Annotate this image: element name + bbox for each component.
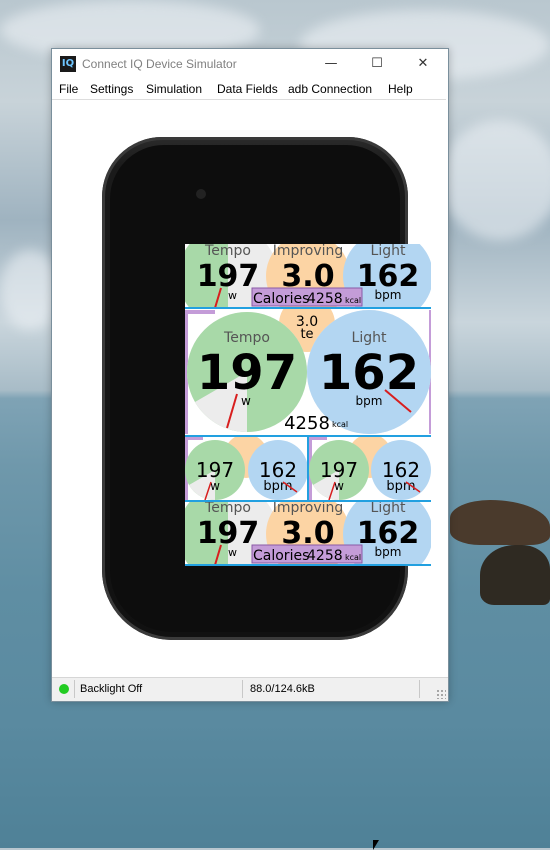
hr-value-large: 162 — [319, 345, 419, 401]
calories-value: 4258 — [307, 548, 343, 564]
cloud — [440, 120, 550, 240]
window-title: Connect IQ Device Simulator — [82, 57, 237, 71]
calories-label: Calories — [253, 548, 309, 564]
power-unit: w — [228, 546, 237, 559]
calories-unit: kcal — [345, 296, 361, 305]
menu-bar: File Settings Simulation Data Fields adb… — [52, 79, 448, 99]
resize-grip-icon[interactable] — [436, 689, 446, 699]
hr-zone-label-large: Light — [352, 330, 387, 346]
power-unit-large: w — [241, 394, 251, 408]
device-screen[interactable]: Tempo 197 w Improving 3.0 Light 162 bpm … — [185, 244, 431, 566]
status-bar: Backlight Off 88.0/124.6kB — [52, 677, 448, 701]
garmin-device: GARMIN — [102, 137, 431, 640]
calories-unit-large: kcal — [332, 420, 348, 429]
simulator-window: IQ Connect IQ Device Simulator — ☐ ✕ Fil… — [51, 48, 449, 702]
close-button[interactable]: ✕ — [400, 49, 446, 79]
power-zone-label: Tempo — [204, 244, 251, 259]
minimize-button[interactable]: — — [308, 49, 354, 79]
hr-zone-label: Light — [371, 244, 406, 259]
mouse-cursor — [373, 840, 379, 850]
power-unit-small: w — [210, 479, 220, 493]
screen-graphics: Tempo 197 w Improving 3.0 Light 162 bpm … — [185, 244, 431, 566]
hr-zone-label: Light — [371, 500, 406, 516]
status-indicator-icon — [59, 684, 69, 694]
app-icon: IQ — [60, 56, 76, 72]
power-unit: w — [228, 289, 237, 302]
te-small-unit: te — [300, 327, 313, 342]
menu-data-fields[interactable]: Data Fields — [217, 82, 278, 96]
memory-usage: 88.0/124.6kB — [250, 683, 315, 695]
hr-unit: bpm — [375, 288, 402, 302]
menu-simulation[interactable]: Simulation — [146, 82, 202, 96]
menu-adb-connection[interactable]: adb Connection — [288, 82, 372, 96]
te-status-label: Improving — [273, 500, 344, 516]
rock — [450, 500, 550, 545]
hr-unit: bpm — [375, 545, 402, 559]
power-zone-label-large: Tempo — [223, 330, 270, 346]
divider — [419, 680, 420, 698]
row-three-right: 197 w 162 bpm — [309, 437, 431, 500]
row-two: 3.0 te Tempo 197 w Light 162 bpm 4258 kc… — [185, 309, 431, 436]
rock — [480, 545, 550, 605]
divider — [242, 680, 243, 698]
menu-file[interactable]: File — [59, 82, 78, 96]
menu-help[interactable]: Help — [388, 82, 413, 96]
calories-label: Calories — [253, 291, 309, 307]
maximize-button[interactable]: ☐ — [354, 49, 400, 79]
divider — [74, 680, 75, 698]
calories-unit: kcal — [345, 553, 361, 562]
te-status-label: Improving — [273, 244, 344, 259]
light-sensor — [196, 189, 206, 199]
power-zone-label: Tempo — [204, 500, 251, 516]
calories-value: 4258 — [307, 291, 343, 307]
power-value-large: 197 — [197, 345, 297, 401]
hr-unit-large: bpm — [356, 394, 383, 408]
power-unit-small: w — [334, 479, 344, 493]
simulator-canvas: GARMIN — [52, 99, 446, 678]
row-three-left: 197 w 162 bpm — [185, 437, 307, 500]
title-bar[interactable]: IQ Connect IQ Device Simulator — ☐ ✕ — [52, 49, 448, 79]
menu-settings[interactable]: Settings — [90, 82, 133, 96]
backlight-status: Backlight Off — [80, 683, 143, 695]
calories-value-large: 4258 — [284, 413, 330, 434]
